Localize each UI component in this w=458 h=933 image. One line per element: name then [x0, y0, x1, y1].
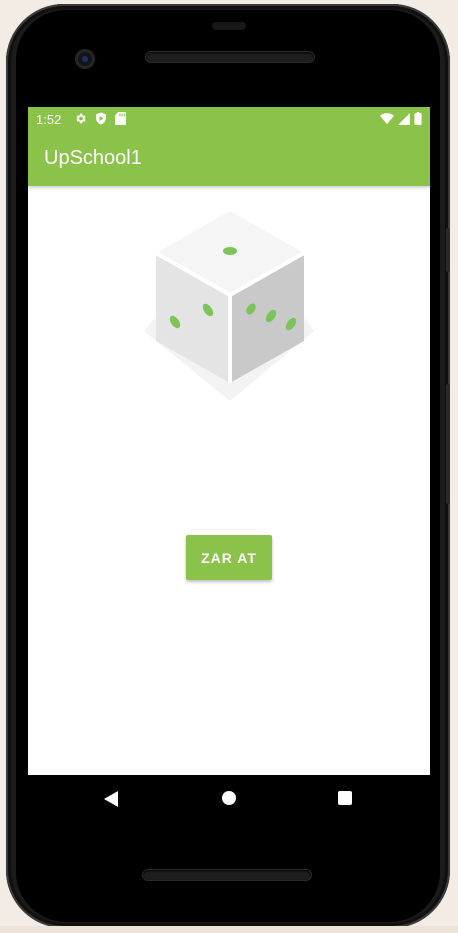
- status-time: 1:52: [36, 112, 62, 127]
- roll-dice-button[interactable]: ZAR AT: [186, 535, 272, 580]
- status-icons-left: [74, 112, 126, 128]
- dice-icon: [144, 211, 316, 408]
- wifi-icon: [380, 112, 394, 128]
- background-strip: [0, 926, 458, 933]
- navigation-bar: [28, 775, 430, 823]
- volume-up-button: [446, 228, 450, 272]
- battery-icon: [414, 112, 422, 128]
- sd-card-icon: [115, 112, 126, 128]
- device-screen: 1:52 UpSchool1 ZAR AT: [28, 107, 430, 775]
- earpiece-speaker: [146, 52, 314, 62]
- recents-icon[interactable]: [338, 791, 352, 805]
- status-icons-right: [380, 112, 422, 128]
- shield-play-icon: [95, 112, 107, 128]
- back-icon[interactable]: [104, 791, 118, 812]
- gear-icon: [74, 112, 87, 128]
- front-camera: [75, 49, 95, 69]
- status-bar: 1:52: [28, 107, 430, 131]
- power-button: [446, 384, 450, 504]
- cellular-signal-icon: [398, 112, 410, 128]
- home-icon[interactable]: [222, 791, 236, 805]
- app-bar: UpSchool1: [28, 131, 430, 186]
- bottom-speaker: [143, 870, 311, 880]
- app-title: UpSchool1: [44, 147, 142, 169]
- proximity-sensor: [212, 22, 246, 30]
